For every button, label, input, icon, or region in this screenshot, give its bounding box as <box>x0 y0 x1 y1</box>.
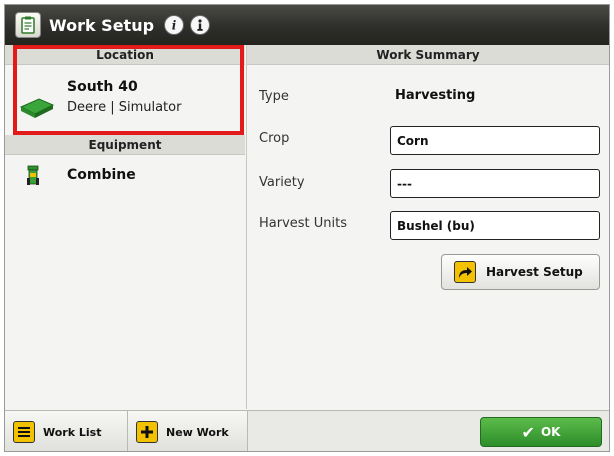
variety-field[interactable]: --- <box>390 169 600 198</box>
help-icon[interactable] <box>190 15 211 35</box>
new-work-button[interactable]: New Work <box>128 411 248 451</box>
work-setup-icon <box>15 12 41 38</box>
arrow-icon <box>454 261 476 283</box>
combine-icon <box>25 165 41 193</box>
variety-label: Variety <box>259 175 305 190</box>
work-setup-window: Work Setup i Location South 40 Deere | S… <box>4 4 610 452</box>
work-list-label: Work List <box>43 425 102 439</box>
page-title: Work Setup <box>49 15 155 35</box>
ok-label: OK <box>540 425 561 439</box>
type-value: Harvesting <box>395 88 476 103</box>
equipment-header: Equipment <box>5 135 245 155</box>
harvest-setup-label: Harvest Setup <box>486 265 583 279</box>
svg-text:i: i <box>172 19 177 33</box>
ok-button[interactable]: ✔ OK <box>480 417 602 447</box>
plus-icon <box>136 421 158 443</box>
type-label: Type <box>259 89 289 104</box>
list-icon <box>13 421 35 443</box>
bottom-bar: Work List New Work ✔ OK <box>5 410 609 451</box>
crop-label: Crop <box>259 131 290 146</box>
info-icon[interactable]: i <box>164 15 185 35</box>
work-summary-panel: Work Summary Type Harvesting Crop Corn V… <box>246 45 609 409</box>
harvest-units-label: Harvest Units <box>259 216 348 231</box>
crop-field[interactable]: Corn <box>390 126 600 155</box>
checkmark-icon: ✔ <box>521 422 535 442</box>
work-summary-header: Work Summary <box>247 45 609 65</box>
equipment-name: Combine <box>67 167 136 183</box>
work-list-button[interactable]: Work List <box>5 411 128 451</box>
equipment-item[interactable]: Combine <box>5 155 245 195</box>
title-bar: Work Setup i <box>5 5 609 45</box>
location-highlight <box>13 45 244 135</box>
harvest-units-field[interactable]: Bushel (bu) <box>390 211 600 240</box>
harvest-setup-button[interactable]: Harvest Setup <box>441 254 600 290</box>
new-work-label: New Work <box>166 425 229 439</box>
